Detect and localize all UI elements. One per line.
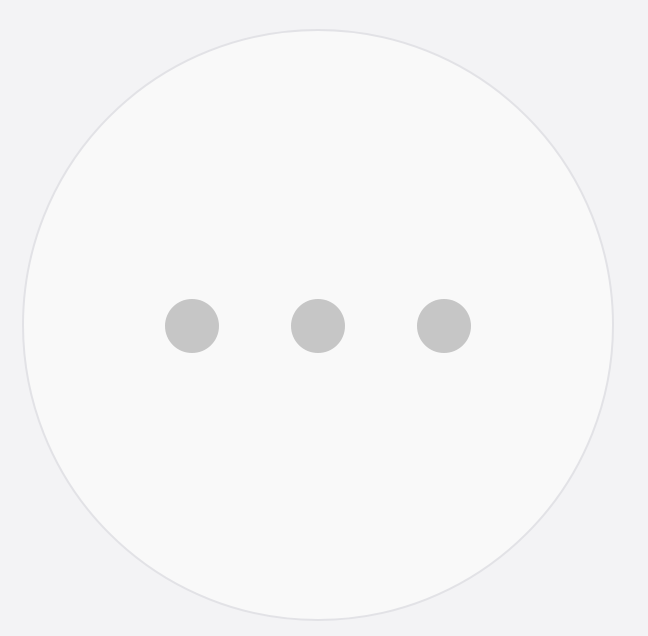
dot-icon — [291, 299, 345, 353]
dot-icon — [417, 299, 471, 353]
dot-icon — [165, 299, 219, 353]
more-options-button[interactable] — [22, 29, 614, 621]
more-horizontal-icon — [24, 31, 612, 619]
